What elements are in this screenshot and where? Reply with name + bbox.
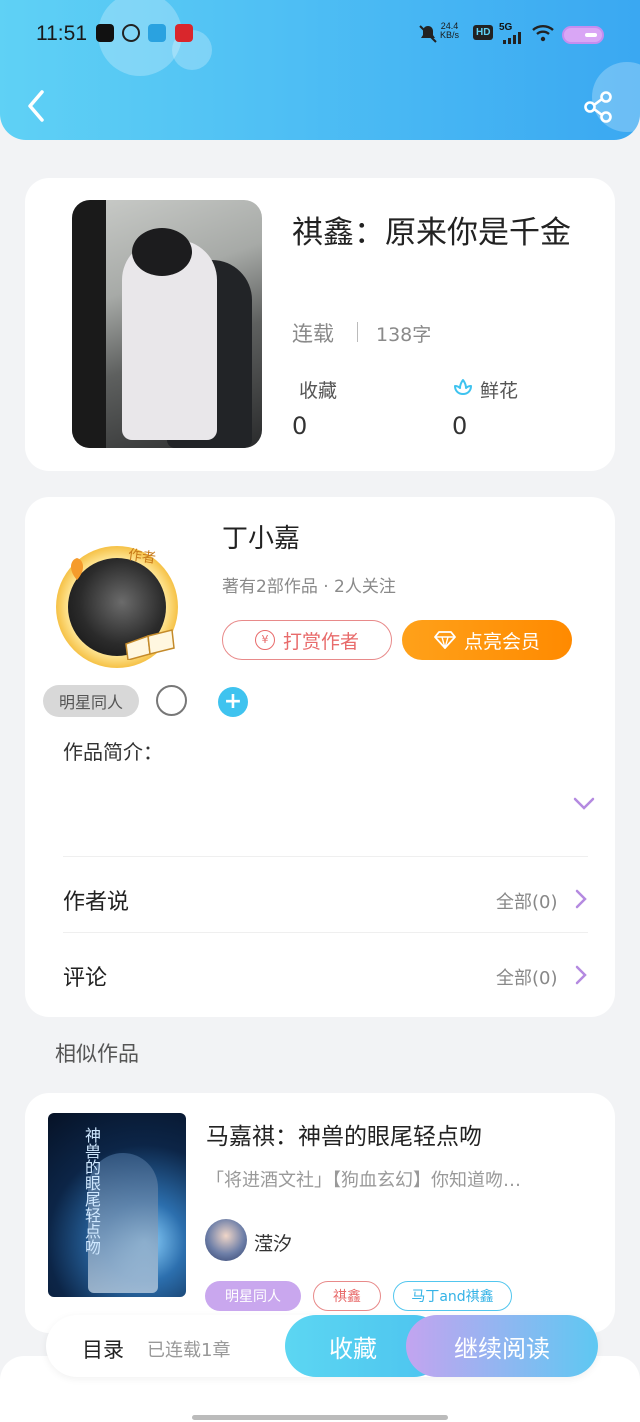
expand-chevron-icon[interactable] — [572, 796, 596, 812]
similar-tag[interactable]: 明星同人 — [205, 1281, 301, 1311]
continue-reading-label: 继续阅读 — [454, 1334, 550, 1363]
mute-bell-icon — [419, 25, 437, 43]
book-status: 连载 — [292, 322, 334, 346]
author-says-all[interactable]: 全部(0) — [496, 888, 558, 914]
divider — [63, 932, 588, 933]
author-badge: 作者 — [126, 547, 157, 567]
flowers-label[interactable]: 鲜花 — [480, 376, 518, 403]
status-bar: 11:51 24.4 KB/s HD 5G — [0, 18, 640, 54]
book-cover[interactable] — [72, 200, 262, 448]
vip-label: 点亮会员 — [463, 630, 540, 653]
net-speed: 24.4 KB/s — [440, 22, 459, 40]
similar-section-title: 相似作品 — [55, 1042, 139, 1066]
continue-reading-button[interactable]: 继续阅读 — [406, 1315, 598, 1377]
similar-cover-text: 神兽的眼尾轻点吻 — [82, 1127, 101, 1255]
flower-icon[interactable] — [451, 374, 475, 398]
similar-author-avatar[interactable] — [205, 1219, 247, 1261]
intro-label: 作品简介： — [63, 740, 163, 764]
cover-shape — [132, 228, 192, 276]
toc-button[interactable]: 目录 — [82, 1334, 124, 1364]
yen-icon: ¥ — [254, 630, 275, 650]
diamond-icon — [434, 631, 456, 649]
comments-all[interactable]: 全部(0) — [496, 964, 558, 990]
wechat-icon — [122, 24, 140, 42]
home-indicator[interactable] — [192, 1415, 448, 1420]
author-says-label[interactable]: 作者说 — [63, 884, 129, 916]
divider — [357, 322, 358, 342]
hd-icon: HD — [473, 25, 494, 40]
divider — [63, 856, 588, 857]
header: 11:51 24.4 KB/s HD 5G — [0, 0, 640, 140]
tag-placeholder[interactable] — [156, 685, 187, 716]
tiktok-icon — [96, 24, 114, 42]
share-button[interactable] — [582, 90, 616, 124]
telegram-icon — [148, 24, 166, 42]
reward-author-button[interactable]: ¥ 打赏作者 — [222, 620, 392, 660]
app-notification-icon — [175, 24, 193, 42]
reward-author-label: 打赏作者 — [282, 630, 359, 653]
wifi-icon — [532, 25, 554, 42]
similar-author-name[interactable]: 滢汐 — [254, 1229, 292, 1256]
author-name[interactable]: 丁小嘉 — [222, 518, 300, 555]
favorites-count: 0 — [292, 412, 308, 440]
vip-button[interactable]: 点亮会员 — [402, 620, 572, 660]
flower-decor-icon — [70, 558, 84, 580]
chevron-right-icon[interactable] — [574, 964, 588, 986]
signal-bars-icon — [503, 32, 521, 44]
chapter-count: 已连载1章 — [147, 1340, 231, 1361]
similar-book-cover[interactable]: 神兽的眼尾轻点吻 — [48, 1113, 186, 1297]
similar-book-title[interactable]: 马嘉祺：神兽的眼尾轻点吻 — [206, 1117, 482, 1151]
author-meta: 著有2部作品 · 2人关注 — [222, 577, 396, 597]
net-speed-unit: KB/s — [440, 30, 460, 40]
genre-tag[interactable]: 明星同人 — [43, 685, 139, 717]
author-avatar[interactable]: 作者 — [48, 538, 188, 668]
similar-book-desc: 「将进酒文社」【狗血玄幻】你知道吻… — [206, 1170, 521, 1191]
chevron-right-icon[interactable] — [574, 888, 588, 910]
book-title: 祺鑫：原来你是千金 — [292, 215, 571, 251]
cover-shape — [72, 200, 106, 448]
comments-label[interactable]: 评论 — [63, 960, 107, 992]
book-word-count: 138字 — [376, 324, 432, 346]
flowers-count: 0 — [452, 412, 468, 440]
favorite-button-label: 收藏 — [329, 1334, 377, 1363]
similar-tag[interactable]: 祺鑫 — [313, 1281, 381, 1311]
similar-tag[interactable]: 马丁and祺鑫 — [393, 1281, 512, 1311]
battery-icon — [562, 26, 604, 44]
back-button[interactable] — [22, 88, 52, 124]
status-time: 11:51 — [36, 22, 87, 45]
favorites-label: 收藏 — [299, 380, 338, 402]
add-tag-button[interactable]: + — [218, 687, 248, 717]
book-icon — [125, 629, 175, 660]
